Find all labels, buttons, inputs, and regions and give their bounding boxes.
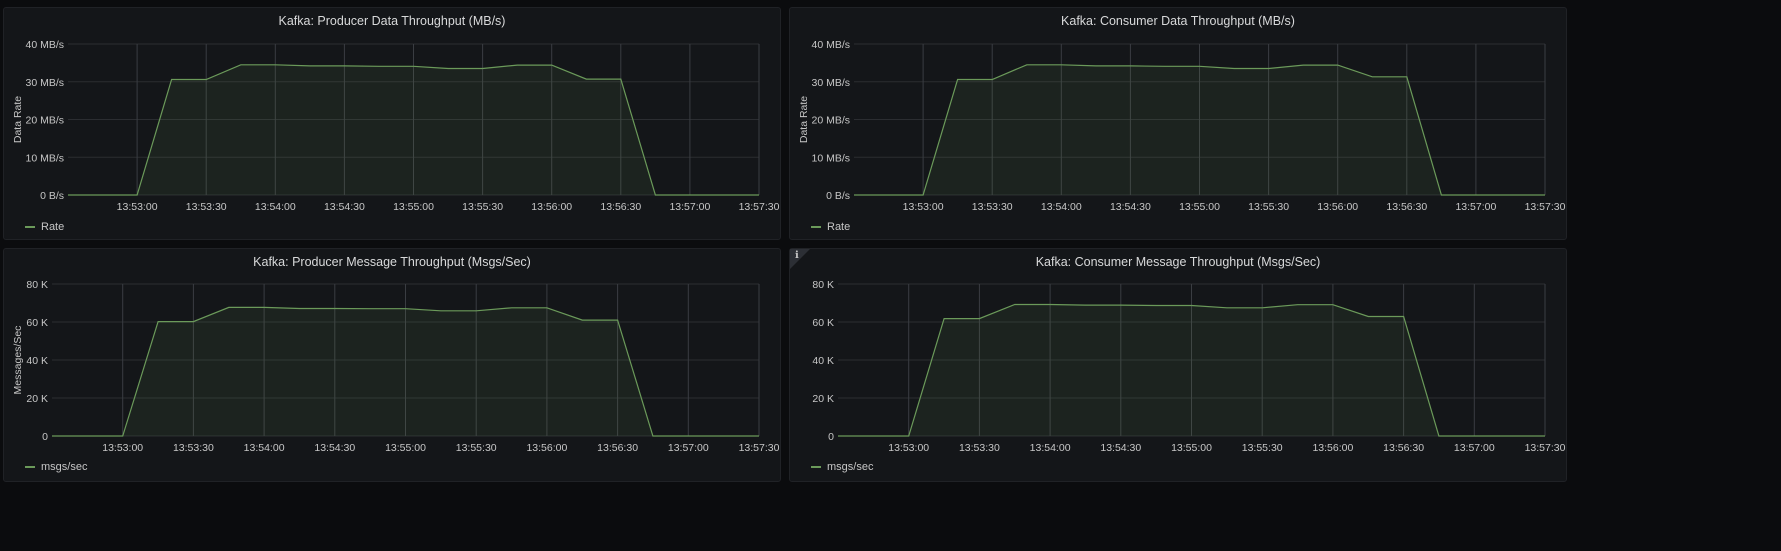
x-tick-label: 13:57:30 [739,442,780,454]
x-tick-label: 13:57:30 [739,201,780,213]
x-tick-label: 13:56:30 [600,201,641,213]
x-tick-label: 13:56:30 [1386,201,1427,213]
x-tick-label: 13:55:30 [1248,201,1289,213]
y-tick-label: 20 MB/s [25,115,64,127]
x-tick-label: 13:54:00 [1041,201,1082,213]
y-tick-label: 10 MB/s [811,152,850,164]
x-tick-label: 13:55:00 [1179,201,1220,213]
x-tick-label: 13:55:30 [1242,442,1283,454]
x-tick-label: 13:55:30 [462,201,503,213]
y-tick-label: 60 K [812,317,834,329]
y-axis-label: Messages/Sec [12,326,24,395]
x-tick-label: 13:56:00 [526,442,567,454]
panel-consumer-messages[interactable]: ℹ Kafka: Consumer Message Throughput (Ms… [789,248,1567,482]
x-tick-label: 13:57:30 [1525,201,1566,213]
x-tick-label: 13:56:00 [531,201,572,213]
x-tick-label: 13:57:00 [669,201,710,213]
x-tick-label: 13:54:00 [255,201,296,213]
chart-svg: 0 B/s 10 MB/s 20 MB/s 30 MB/s 40 MB/s 13:53:0… [798,39,1566,213]
panel-producer-data[interactable]: Kafka: Producer Data Throughput (MB/s) 0… [3,7,781,240]
y-tick-label: 80 K [26,279,48,291]
chart-svg: 0 B/s 10 MB/s 20 MB/s 30 MB/s 40 MB/s 13:53:0… [12,39,780,213]
legend-label: Rate [827,221,851,233]
y-tick-label: 80 K [812,279,834,291]
y-tick-label: 10 MB/s [25,152,64,164]
legend-label: msgs/sec [41,461,88,473]
x-tick-label: 13:57:00 [1455,201,1496,213]
x-tick-label: 13:55:00 [385,442,426,454]
x-tick-label: 13:57:30 [1525,442,1566,454]
y-tick-label: 30 MB/s [811,77,850,89]
y-tick-label: 0 [42,431,48,443]
chart-svg: 0 20 K 40 K 60 K 80 K 13:53:00 13:53:30 13:54:0… [12,279,780,454]
x-tick-label: 13:53:00 [117,201,158,213]
legend-swatch [25,466,35,468]
x-tick-label: 13:53:30 [173,442,214,454]
x-tick-label: 13:55:00 [1171,442,1212,454]
x-tick-label: 13:54:30 [314,442,355,454]
x-tick-label: 13:54:30 [1110,201,1151,213]
x-tick-label: 13:54:30 [324,201,365,213]
y-tick-label: 0 B/s [40,190,64,202]
x-tick-label: 13:56:00 [1317,201,1358,213]
y-tick-label: 40 MB/s [811,39,850,51]
legend-swatch [811,226,821,228]
x-tick-label: 13:56:30 [597,442,638,454]
x-tick-label: 13:53:00 [888,442,929,454]
y-tick-label: 20 MB/s [811,115,850,127]
series-area [854,64,1545,195]
chart-svg: 0 20 K 40 K 60 K 80 K 13:53:00 13:53:30 13:54:0… [812,279,1566,454]
y-tick-label: 30 MB/s [25,77,64,89]
y-tick-label: 0 B/s [826,190,850,202]
x-tick-label: 13:54:30 [1100,442,1141,454]
legend-label: Rate [41,221,65,233]
x-tick-label: 13:53:00 [102,442,143,454]
y-tick-label: 40 K [26,355,48,367]
x-tick-label: 13:53:30 [959,442,1000,454]
legend-swatch [811,466,821,468]
x-tick-label: 13:57:00 [668,442,709,454]
panel-producer-messages[interactable]: Kafka: Producer Message Throughput (Msgs… [3,248,781,482]
y-tick-label: 40 K [812,355,834,367]
legend-item[interactable]: Rate [25,221,64,233]
legend-swatch [25,226,35,228]
y-tick-label: 20 K [26,393,48,405]
legend-item[interactable]: msgs/sec [25,461,87,473]
legend-label: msgs/sec [827,461,874,473]
x-tick-label: 13:55:00 [393,201,434,213]
y-tick-label: 60 K [26,317,48,329]
panel-consumer-data[interactable]: Kafka: Consumer Data Throughput (MB/s) 0… [789,7,1567,240]
series-area [838,304,1545,436]
x-tick-label: 13:55:30 [456,442,497,454]
x-tick-label: 13:53:30 [186,201,227,213]
y-axis-label: Data Rate [12,96,24,143]
legend-item[interactable]: Rate [811,221,850,233]
x-tick-label: 13:54:00 [244,442,285,454]
y-tick-label: 40 MB/s [25,39,64,51]
x-tick-label: 13:57:00 [1454,442,1495,454]
x-tick-label: 13:54:00 [1030,442,1071,454]
x-tick-label: 13:56:00 [1312,442,1353,454]
y-tick-label: 0 [828,431,834,443]
y-axis-label: Data Rate [798,96,810,143]
series-area [52,307,759,436]
x-tick-label: 13:53:00 [903,201,944,213]
legend-item[interactable]: msgs/sec [811,461,873,473]
y-tick-label: 20 K [812,393,834,405]
series-area [68,64,759,195]
x-tick-label: 13:53:30 [972,201,1013,213]
x-tick-label: 13:56:30 [1383,442,1424,454]
